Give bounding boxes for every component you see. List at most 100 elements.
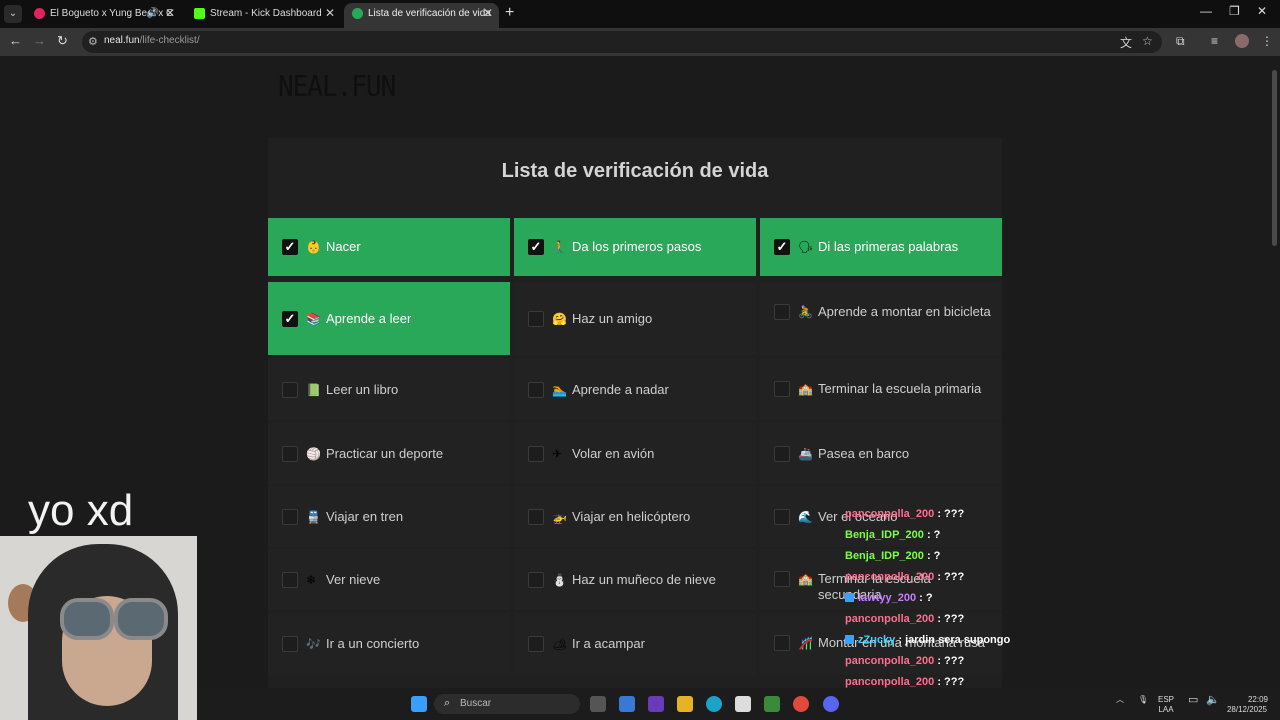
search-icon: ⌕	[444, 697, 451, 709]
checklist-item[interactable]: 🚴 Aprende a montar en bicicleta	[760, 282, 1002, 355]
microphone-icon[interactable]: 🎙	[1138, 695, 1148, 705]
minecraft-icon[interactable]	[764, 696, 780, 712]
checklist-item[interactable]: 🏊 Aprende a nadar	[514, 359, 756, 420]
chat-separator: :	[934, 571, 945, 583]
new-tab-button[interactable]: +	[505, 4, 514, 22]
site-logo[interactable]: NEAL.FUN	[278, 71, 396, 104]
item-label: Da los primeros pasos	[572, 239, 702, 254]
checklist-item[interactable]: 🚆 Viajar en tren	[268, 486, 510, 547]
checklist-item[interactable]: 🏐 Practicar un deporte	[268, 423, 510, 484]
checklist-item[interactable]: ✈ Volar en avión	[514, 423, 756, 484]
site-info-icon[interactable]: ⚙	[88, 35, 98, 48]
chat-username: panconpolla_200	[845, 676, 935, 688]
checklist-item[interactable]: 🚢 Pasea en barco	[760, 423, 1002, 484]
tab-music[interactable]: El Bogueto x Yung Beef x C 🔊 ✕	[26, 3, 181, 28]
taskbar-search[interactable]: ⌕ Buscar	[434, 694, 580, 714]
tab-kick-dashboard[interactable]: Stream - Kick Dashboard ✕	[186, 3, 341, 28]
checkbox[interactable]	[528, 381, 544, 398]
page-title: Lista de verificación de vida	[501, 160, 769, 182]
item-emoji-icon: 🎶	[306, 636, 321, 651]
chat-message: panconpolla_200 : ???	[845, 571, 964, 583]
restore-button[interactable]: ❐	[1229, 4, 1240, 18]
checkbox[interactable]	[774, 304, 790, 320]
checklist-item[interactable]: ✓ 👶 Nacer	[268, 218, 510, 276]
checkbox-checked[interactable]: ✓	[774, 239, 790, 255]
network-icon[interactable]: ▭	[1188, 695, 1198, 706]
item-emoji-icon: ✈	[552, 446, 563, 461]
checkbox[interactable]	[282, 571, 298, 588]
checkbox[interactable]	[774, 508, 790, 525]
checkbox[interactable]	[774, 381, 790, 397]
item-emoji-icon: 🏐	[306, 446, 321, 461]
tab-life-checklist[interactable]: Lista de verificación de vida ✕	[344, 3, 499, 28]
checklist-item[interactable]: 🤗 Haz un amigo	[514, 282, 756, 355]
file-explorer-icon[interactable]	[677, 696, 693, 712]
checklist-item[interactable]: ✓ 📚 Aprende a leer	[268, 282, 510, 355]
checkbox[interactable]	[282, 445, 298, 462]
item-emoji-icon: 🌊	[798, 509, 813, 524]
item-emoji-icon: 👶	[306, 240, 321, 254]
checkbox-checked[interactable]: ✓	[282, 239, 298, 255]
clock[interactable]: 22:09 28/12/2025	[1226, 695, 1268, 715]
checklist-item[interactable]: 🎶 Ir a un concierto	[268, 613, 510, 674]
outlook-icon[interactable]	[619, 696, 635, 712]
checkbox[interactable]	[528, 508, 544, 525]
checkbox[interactable]	[528, 635, 544, 652]
windows-start-icon[interactable]	[411, 696, 427, 712]
checkbox[interactable]	[282, 508, 298, 525]
checkbox[interactable]	[528, 310, 544, 327]
checkbox[interactable]	[528, 571, 544, 588]
checklist-item[interactable]: 🏫 Terminar la escuela primaria	[760, 359, 1002, 420]
checkbox[interactable]	[528, 445, 544, 462]
close-tab-icon[interactable]: ✕	[325, 3, 335, 24]
chat-text: ?	[933, 529, 941, 541]
item-label: Nacer	[326, 239, 361, 254]
checkbox-checked[interactable]: ✓	[528, 239, 544, 255]
speaker-icon[interactable]: 🔊	[147, 3, 159, 24]
back-arrow-icon[interactable]: ←	[9, 33, 22, 48]
checklist-item[interactable]: 🚁 Viajar en helicóptero	[514, 486, 756, 547]
checkbox-checked[interactable]: ✓	[282, 310, 298, 327]
checklist-item[interactable]: 🏕 Ir a acampar	[514, 613, 756, 674]
close-tab-icon[interactable]: ✕	[165, 3, 175, 24]
volume-icon[interactable]: 🔈	[1206, 695, 1220, 706]
media-control-icon[interactable]: ≡	[1211, 34, 1218, 48]
item-label: Ver nieve	[326, 571, 381, 587]
checkbox[interactable]	[282, 635, 298, 652]
extensions-icon[interactable]: ⧉	[1176, 34, 1185, 49]
checkbox[interactable]	[774, 635, 790, 651]
address-bar[interactable]: ⚙ neal.fun/life-checklist/ 文 ☆	[82, 31, 1162, 53]
checklist-item[interactable]: ❄ Ver nieve	[268, 549, 510, 610]
checkbox[interactable]	[282, 381, 298, 398]
scrollbar-thumb[interactable]	[1272, 70, 1277, 246]
checklist-item[interactable]: 📗 Leer un libro	[268, 359, 510, 420]
menu-kebab-icon[interactable]: ⋮	[1261, 34, 1273, 48]
tab-search-button[interactable]: ⌄	[4, 5, 22, 23]
tray-chevron-icon[interactable]: ︿	[1116, 695, 1124, 705]
checklist-item[interactable]: ✓ 🚶 Da los primeros pasos	[514, 218, 756, 276]
item-label: Ir a un concierto	[326, 635, 420, 651]
item-emoji-icon: 🚆	[306, 509, 321, 524]
item-label: Di las primeras palabras	[818, 239, 959, 254]
language-indicator[interactable]: ESP LAA	[1158, 695, 1174, 715]
close-window-button[interactable]: ✕	[1257, 4, 1267, 18]
close-tab-icon[interactable]: ✕	[483, 3, 493, 24]
task-view-icon[interactable]	[590, 696, 606, 712]
forward-arrow-icon[interactable]: →	[33, 33, 46, 48]
minimize-button[interactable]: —	[1200, 4, 1212, 18]
checkbox[interactable]	[774, 445, 790, 462]
bookmark-star-icon[interactable]: ☆	[1142, 34, 1153, 48]
checklist-item[interactable]: ✓ 🗣 Di las primeras palabras	[760, 218, 1002, 276]
chrome-icon[interactable]	[793, 696, 809, 712]
reload-icon[interactable]: ↻	[57, 33, 68, 49]
checkbox[interactable]	[774, 571, 790, 587]
microsoft-store-icon[interactable]	[735, 696, 751, 712]
store-icon[interactable]	[648, 696, 664, 712]
item-label: Terminar la escuela primaria	[818, 381, 982, 396]
checklist-item[interactable]: ⛄ Haz un muñeco de nieve	[514, 549, 756, 610]
discord-icon[interactable]	[823, 696, 839, 712]
profile-avatar[interactable]	[1235, 34, 1249, 48]
translate-icon[interactable]: 文	[1120, 34, 1132, 51]
chat-message: zZucky : jardin sera supongo	[845, 634, 1010, 646]
edge-icon[interactable]	[706, 696, 722, 712]
